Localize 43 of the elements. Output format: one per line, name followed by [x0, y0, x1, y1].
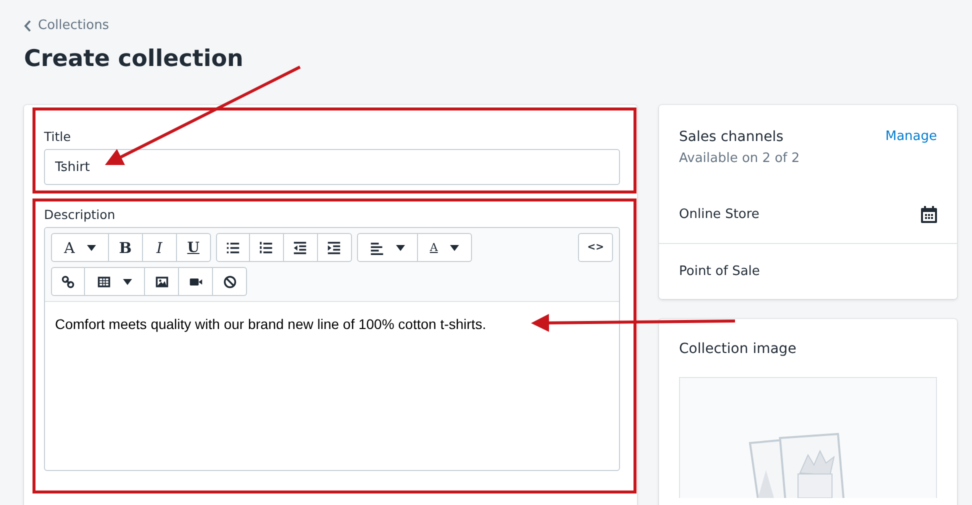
availability-text: Available on 2 of 2	[679, 151, 800, 166]
rich-text-editor[interactable]: A B I U A <> Comfort meets quality with our brand new line of 100% cotton t-shirts.	[44, 227, 620, 471]
caret-icon	[86, 244, 96, 250]
format-button[interactable]: A	[51, 233, 109, 262]
toolbar-button[interactable]	[216, 233, 250, 262]
channel-name: Online Store	[679, 207, 760, 222]
toolbar-button[interactable]	[85, 267, 145, 296]
toolbar-button[interactable]	[318, 233, 352, 262]
link-icon	[61, 274, 75, 288]
manage-link[interactable]: Manage	[885, 129, 937, 166]
channel-name: Point of Sale	[679, 264, 760, 279]
table-icon	[97, 274, 111, 288]
image-icon	[154, 274, 168, 288]
align-left-icon	[370, 240, 384, 254]
numbered-list-icon	[259, 240, 274, 254]
page-title: Create collection	[24, 46, 244, 72]
caret-icon	[450, 244, 459, 250]
format-button[interactable]: <>	[578, 233, 613, 262]
card-title: Collection image	[679, 341, 798, 357]
toolbar-button[interactable]	[356, 233, 418, 262]
bulleted-list-icon	[226, 240, 240, 254]
format-button[interactable]: A	[418, 233, 472, 262]
back-chevron-icon	[24, 20, 32, 32]
title-input[interactable]: Tshirt	[44, 149, 620, 185]
outdent-icon	[293, 240, 308, 254]
indent-icon	[327, 240, 342, 254]
toolbar-button[interactable]	[51, 267, 85, 296]
toolbar-button[interactable]	[145, 267, 179, 296]
toolbar-button[interactable]	[213, 267, 247, 296]
format-button[interactable]: U	[176, 233, 211, 262]
toolbar-button[interactable]	[284, 233, 318, 262]
field-label: Title	[44, 129, 72, 144]
toolbar-button[interactable]	[250, 233, 284, 262]
format-button[interactable]: I	[142, 233, 177, 262]
breadcrumb-link[interactable]: Collections	[38, 18, 110, 33]
format-button[interactable]: B	[108, 233, 143, 262]
caret-icon	[123, 278, 132, 284]
description-text: Comfort meets quality with our brand new line of 100% cotton t-shirts.	[54, 315, 488, 334]
caret-icon	[396, 244, 405, 250]
no-entry-icon	[222, 274, 236, 288]
card-title: Sales channels	[679, 129, 784, 145]
field-label: Description	[44, 207, 116, 222]
toolbar-button[interactable]	[179, 267, 213, 296]
